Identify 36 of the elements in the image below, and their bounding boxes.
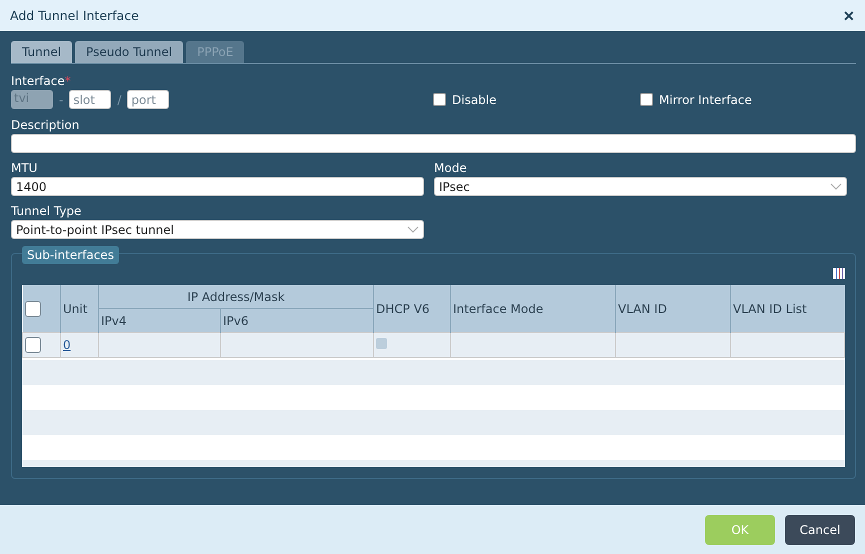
checkbox-option[interactable]: Disable bbox=[433, 92, 640, 106]
tab[interactable]: Pseudo Tunnel bbox=[75, 41, 184, 63]
column-header: Unit bbox=[60, 285, 98, 332]
column-header: IP Address/Mask bbox=[98, 285, 374, 308]
required-mark: * bbox=[64, 74, 71, 88]
field-label: Mode bbox=[434, 161, 468, 175]
tab[interactable]: Tunnel bbox=[11, 41, 72, 63]
column-header: VLAN ID bbox=[616, 285, 730, 332]
column-header: IPv4 bbox=[98, 308, 220, 332]
slot-field[interactable]: slot bbox=[69, 90, 112, 109]
separator: - bbox=[59, 92, 64, 106]
unit-link[interactable]: 0 bbox=[63, 338, 71, 352]
tunnel-type-dropdown[interactable]: Point-to-point IPsec tunnel bbox=[11, 220, 424, 239]
panel-legend: Sub-interfaces bbox=[22, 246, 119, 264]
field-label: Tunnel Type bbox=[11, 204, 82, 218]
field-label: Description bbox=[11, 118, 80, 132]
checkbox[interactable] bbox=[25, 337, 41, 353]
column-header: VLAN ID List bbox=[730, 285, 844, 332]
chevron-down-icon bbox=[830, 183, 842, 190]
window-title: Add Tunnel Interface bbox=[10, 8, 139, 23]
mode-dropdown[interactable]: IPsec bbox=[434, 177, 847, 196]
column-header: IPv6 bbox=[220, 308, 374, 332]
description-field[interactable] bbox=[11, 134, 856, 153]
checkbox[interactable] bbox=[24, 300, 40, 316]
field-label: MTU bbox=[11, 161, 38, 175]
port-field[interactable]: port bbox=[127, 90, 170, 109]
columns-icon[interactable] bbox=[833, 268, 845, 279]
column-header: Interface Mode bbox=[450, 285, 616, 332]
separator: / bbox=[117, 92, 122, 106]
mtu-field[interactable]: 1400 bbox=[11, 177, 424, 196]
checkbox-option[interactable]: Mirror Interface bbox=[640, 92, 752, 106]
cancel-button[interactable]: Cancel bbox=[785, 514, 855, 544]
close-button[interactable]: ✕ bbox=[843, 8, 855, 24]
field-label: Interface* bbox=[11, 74, 72, 88]
column-header: DHCP V6 bbox=[374, 285, 450, 332]
chevron-down-icon bbox=[407, 226, 419, 233]
